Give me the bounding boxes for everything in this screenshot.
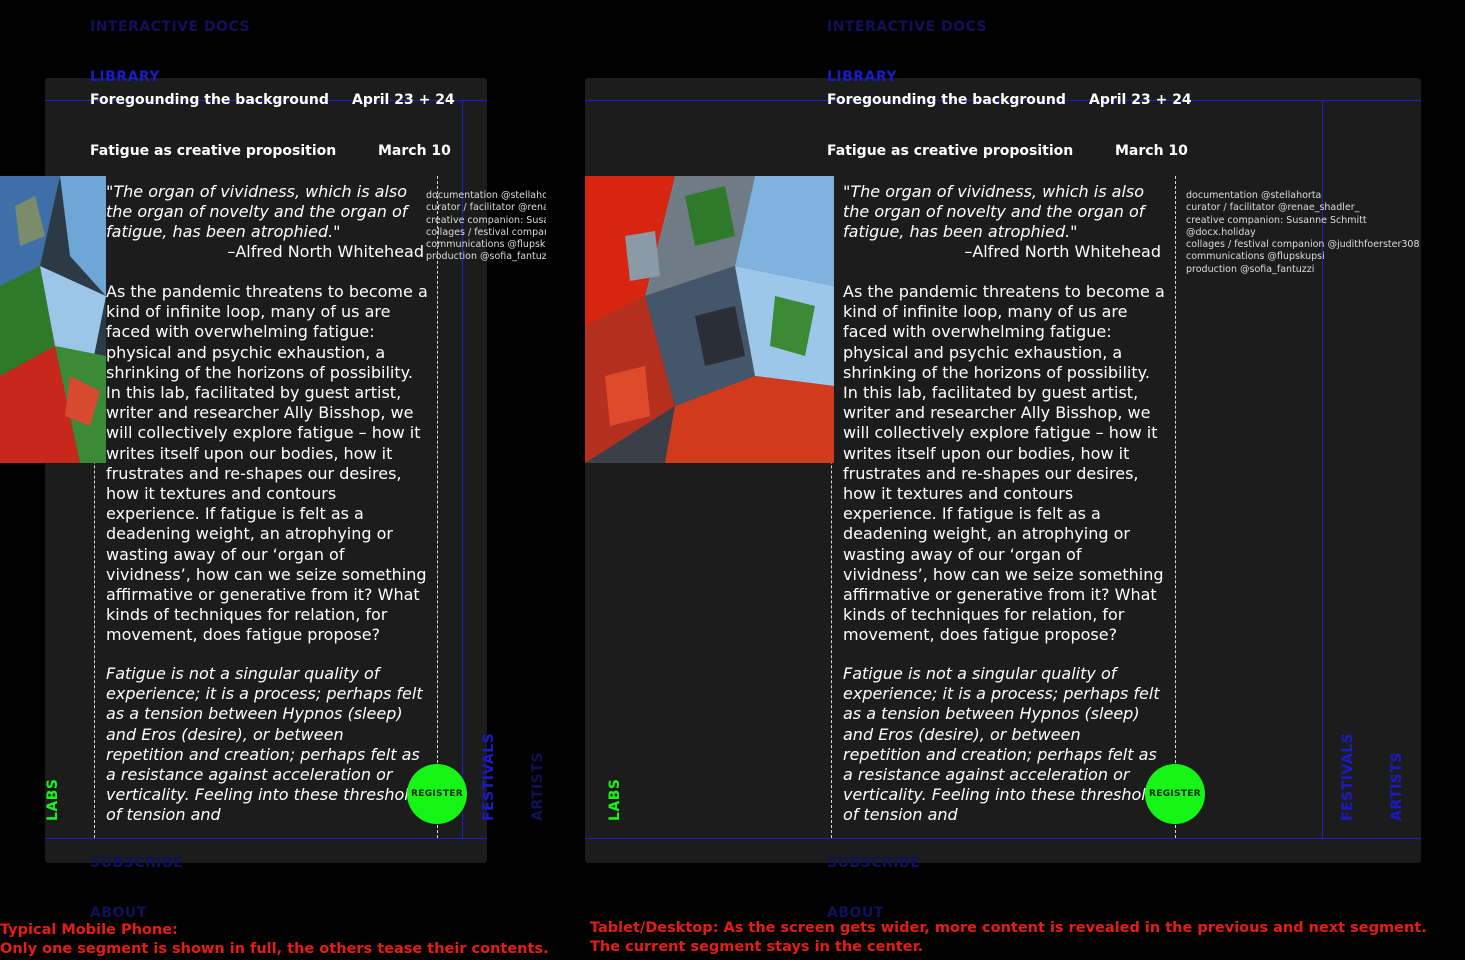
bottom-divider-desktop bbox=[585, 838, 1421, 839]
nav-artists[interactable]: ARTISTS bbox=[530, 752, 546, 821]
collage-image bbox=[585, 176, 834, 463]
italic-description-desktop: Fatigue is not a singular quality of exp… bbox=[843, 664, 1160, 825]
event-title-foregrounding[interactable]: Foregounding the background bbox=[90, 92, 329, 108]
event-title-foregrounding-desktop[interactable]: Foregounding the background bbox=[827, 92, 1066, 108]
event-title-fatigue[interactable]: Fatigue as creative proposition bbox=[90, 143, 336, 159]
nav-festivals-desktop[interactable]: FESTIVALS bbox=[1340, 733, 1356, 821]
nav-interactive-docs-desktop[interactable]: INTERACTIVE DOCS bbox=[827, 19, 987, 35]
event-title-fatigue-desktop[interactable]: Fatigue as creative proposition bbox=[827, 143, 1073, 159]
nav-subscribe[interactable]: SUBSCRIBE bbox=[90, 855, 183, 871]
quote-attribution-desktop: –Alfred North Whitehead bbox=[964, 242, 1161, 261]
nav-labs[interactable]: LABS bbox=[45, 778, 61, 821]
event-date-april-desktop: April 23 + 24 bbox=[1089, 92, 1192, 108]
dashed-right bbox=[437, 176, 438, 838]
bottom-divider bbox=[45, 838, 487, 839]
italic-description: Fatigue is not a singular quality of exp… bbox=[106, 664, 423, 825]
event-date-april: April 23 + 24 bbox=[352, 92, 455, 108]
nav-subscribe-desktop[interactable]: SUBSCRIBE bbox=[827, 855, 920, 871]
credits-text-desktop: documentation @stellahorta curator / fac… bbox=[1186, 190, 1420, 275]
desktop-caption: Tablet/Desktop: As the screen gets wider… bbox=[590, 920, 1427, 955]
description-text-desktop: As the pandemic threatens to become a ki… bbox=[843, 282, 1165, 645]
register-button-desktop[interactable]: REGISTER bbox=[1145, 764, 1205, 824]
quote-text-desktop: "The organ of vividness, which is also t… bbox=[843, 182, 1145, 242]
quote-text: "The organ of vividness, which is also t… bbox=[106, 182, 408, 242]
nav-interactive-docs[interactable]: INTERACTIVE DOCS bbox=[90, 19, 250, 35]
quote-attribution: –Alfred North Whitehead bbox=[227, 242, 424, 261]
nav-festivals[interactable]: FESTIVALS bbox=[481, 733, 497, 821]
nav-library[interactable]: LIBRARY bbox=[90, 69, 160, 85]
register-button[interactable]: REGISTER bbox=[407, 764, 467, 824]
nav-labs-desktop[interactable]: LABS bbox=[607, 778, 623, 821]
description-text: As the pandemic threatens to become a ki… bbox=[106, 282, 428, 645]
nav-about[interactable]: ABOUT bbox=[90, 905, 147, 921]
event-date-march-desktop: March 10 bbox=[1115, 143, 1188, 159]
dashed-right-desktop bbox=[1175, 176, 1176, 838]
nav-artists-desktop[interactable]: ARTISTS bbox=[1389, 752, 1405, 821]
nav-library-desktop[interactable]: LIBRARY bbox=[827, 69, 897, 85]
credits-text: documentation @stellahorta curator / fac… bbox=[426, 190, 546, 263]
event-date-march: March 10 bbox=[378, 143, 451, 159]
mobile-caption: Typical Mobile Phone: Only one segment i… bbox=[0, 922, 549, 957]
collage-image-tease bbox=[0, 176, 106, 463]
